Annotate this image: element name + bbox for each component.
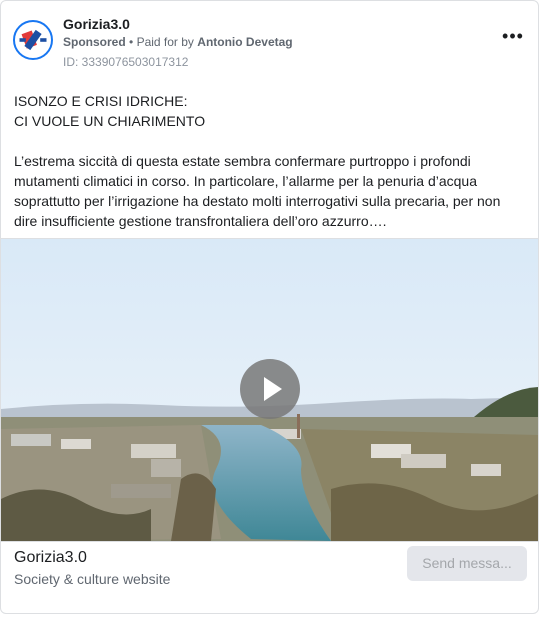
body-paragraph: L’estrema siccità di questa estate sembr… — [14, 153, 501, 229]
sponsored-label: Sponsored — [63, 35, 126, 49]
more-horizontal-icon[interactable]: ••• — [500, 27, 526, 49]
video-thumbnail[interactable] — [1, 238, 538, 542]
ad-card: Gorizia3.0 Sponsored • Paid for by Anton… — [0, 0, 539, 614]
ad-id: ID: 3339076503017312 — [63, 55, 189, 69]
headline-line-2: CI VUOLE UN CHIARIMENTO — [14, 113, 206, 129]
ad-footer[interactable]: Gorizia3.0 Society & culture website Sen… — [1, 541, 538, 613]
separator-dot: • — [129, 35, 137, 49]
send-message-button[interactable]: Send messa... — [407, 546, 527, 581]
play-triangle — [264, 377, 282, 401]
sponsored-row: Sponsored • Paid for by Antonio Devetag — [63, 35, 293, 49]
page-name[interactable]: Gorizia3.0 — [63, 16, 130, 32]
ad-body-text: ISONZO E CRISI IDRICHE: CI VUOLE UN CHIA… — [14, 91, 524, 231]
page-avatar[interactable] — [13, 20, 53, 60]
footer-category: Society & culture website — [14, 571, 171, 587]
payer-name[interactable]: Antonio Devetag — [197, 35, 292, 49]
ad-header: Gorizia3.0 Sponsored • Paid for by Anton… — [13, 13, 526, 73]
paid-for-prefix: Paid for by — [136, 35, 194, 49]
headline-line-1: ISONZO E CRISI IDRICHE: — [14, 93, 188, 109]
footer-page-name[interactable]: Gorizia3.0 — [14, 549, 87, 567]
page-logo-icon — [16, 23, 50, 57]
play-icon[interactable] — [240, 359, 300, 419]
